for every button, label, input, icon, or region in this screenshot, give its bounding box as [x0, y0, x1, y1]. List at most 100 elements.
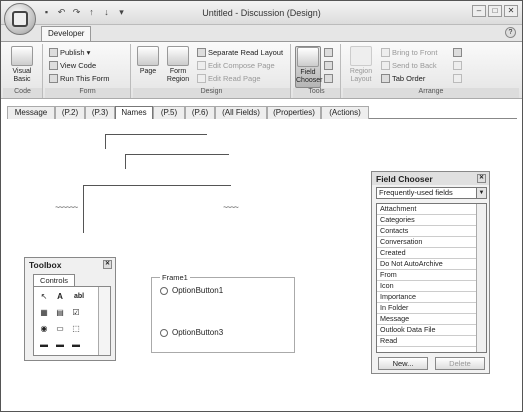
- tab-properties[interactable]: (Properties): [267, 106, 321, 119]
- align-button[interactable]: [453, 47, 462, 58]
- region-layout-button[interactable]: Region Layout: [345, 46, 377, 84]
- option-button-1[interactable]: OptionButton1: [160, 286, 223, 295]
- group-tools-label: Tools: [293, 88, 340, 98]
- view-code-icon: [49, 61, 58, 70]
- checkbox-tool-icon[interactable]: ☑: [70, 307, 82, 319]
- list-item[interactable]: Created: [377, 248, 476, 259]
- tab-order-icon: [381, 74, 390, 83]
- edit-compose-page-button[interactable]: Edit Compose Page: [197, 60, 275, 71]
- toolbox-scrollbar[interactable]: [98, 287, 110, 355]
- tab-p5[interactable]: (P.5): [153, 106, 185, 119]
- tools-small-button-3[interactable]: [324, 73, 333, 84]
- toolbox-close-button[interactable]: ✕: [103, 260, 112, 269]
- visual-basic-icon: [11, 46, 33, 66]
- bracket-line: [125, 154, 229, 155]
- page-label: Page: [139, 68, 157, 75]
- frame-tool-icon[interactable]: ⬚: [70, 323, 82, 335]
- ribbon-tab-row: Developer ?: [1, 25, 522, 41]
- field-chooser-label: Field Chooser: [296, 69, 323, 84]
- help-icon[interactable]: ?: [505, 27, 516, 38]
- bracket-line: [83, 185, 84, 233]
- frame-control[interactable]: Frame1 OptionButton1 OptionButton3: [151, 273, 295, 353]
- toolbox-panel: Toolbox ✕ Controls ↖ A abl ▦ ▤ ☑ ◉ ▭ ⬚ ▬ …: [24, 257, 116, 361]
- field-chooser-button[interactable]: Field Chooser: [295, 46, 323, 88]
- bring-to-front-button[interactable]: Bring to Front: [381, 47, 437, 58]
- tab-all-fields[interactable]: (All Fields): [215, 106, 267, 119]
- squiggle-marker: ~~~~: [223, 203, 239, 212]
- send-to-back-button[interactable]: Send to Back: [381, 60, 437, 71]
- group-form-label: Form: [45, 88, 130, 98]
- view-code-button[interactable]: View Code: [49, 60, 96, 71]
- listbox-tool-icon[interactable]: ▤: [54, 307, 66, 319]
- maximize-button[interactable]: □: [488, 5, 502, 17]
- multipage-tool-icon[interactable]: ▬: [70, 339, 82, 351]
- chevron-down-icon[interactable]: ▼: [476, 188, 486, 198]
- combobox-tool-icon[interactable]: ▦: [38, 307, 50, 319]
- tab-names[interactable]: Names: [115, 106, 153, 120]
- group-design: Page Form Region Separate Read Layout Ed…: [133, 44, 291, 98]
- list-item[interactable]: Categories: [377, 215, 476, 226]
- visual-basic-label: Visual Basic: [12, 68, 32, 83]
- select-pointer-icon[interactable]: ↖: [38, 291, 50, 303]
- new-field-button[interactable]: New...: [378, 357, 428, 370]
- run-this-form-label: Run This Form: [60, 74, 110, 83]
- list-item[interactable]: Icon: [377, 281, 476, 292]
- size-button[interactable]: [453, 73, 462, 84]
- list-item[interactable]: Attachment: [377, 204, 476, 215]
- list-item[interactable]: Outlook Data File: [377, 325, 476, 336]
- textbox-tool-icon[interactable]: abl: [70, 291, 88, 303]
- list-item[interactable]: Conversation: [377, 237, 476, 248]
- close-button[interactable]: ✕: [504, 5, 518, 17]
- tab-developer[interactable]: Developer: [41, 26, 92, 41]
- tab-p3[interactable]: (P.3): [85, 106, 115, 119]
- group-button[interactable]: [453, 60, 462, 71]
- bring-to-front-label: Bring to Front: [392, 48, 438, 57]
- send-to-back-icon: [381, 61, 390, 70]
- region-layout-icon: [350, 46, 372, 66]
- command-button-tool-icon[interactable]: ▬: [38, 339, 50, 351]
- field-set-dropdown[interactable]: Frequently-used fields ▼: [376, 187, 487, 199]
- field-list-scrollbar[interactable]: [476, 204, 486, 352]
- squiggle-marker: ~~~~~~: [55, 203, 78, 212]
- form-region-button[interactable]: Form Region: [163, 46, 193, 84]
- list-item[interactable]: Importance: [377, 292, 476, 303]
- list-item[interactable]: Contacts: [377, 226, 476, 237]
- application-window: ▪ ↶ ↷ ↑ ↓ ▾ Untitled - Discussion (Desig…: [0, 0, 523, 412]
- list-item[interactable]: Message: [377, 314, 476, 325]
- edit-read-page-button[interactable]: Edit Read Page: [197, 73, 261, 84]
- tab-p2[interactable]: (P.2): [55, 106, 85, 119]
- tab-message[interactable]: Message: [7, 106, 55, 119]
- visual-basic-button[interactable]: Visual Basic: [7, 46, 37, 84]
- bracket-line: [83, 185, 231, 186]
- tabstrip-tool-icon[interactable]: ▬: [54, 339, 66, 351]
- toolbox-title-text: Toolbox: [29, 260, 62, 270]
- field-chooser-icon: [297, 47, 319, 67]
- office-button[interactable]: [4, 3, 36, 35]
- tab-actions[interactable]: (Actions): [321, 106, 369, 119]
- minimize-button[interactable]: –: [472, 5, 486, 17]
- tools-small-button-2[interactable]: [324, 60, 333, 71]
- page-icon: [137, 46, 159, 66]
- edit-compose-page-icon: [197, 61, 206, 70]
- delete-field-button[interactable]: Delete: [435, 357, 485, 370]
- list-item[interactable]: From: [377, 270, 476, 281]
- title-bar: ▪ ↶ ↷ ↑ ↓ ▾ Untitled - Discussion (Desig…: [1, 1, 522, 25]
- run-this-form-button[interactable]: Run This Form: [49, 73, 109, 84]
- tab-order-button[interactable]: Tab Order: [381, 73, 425, 84]
- option-button-tool-icon[interactable]: ◉: [38, 323, 50, 335]
- toggle-button-tool-icon[interactable]: ▭: [54, 323, 66, 335]
- list-item[interactable]: In Folder: [377, 303, 476, 314]
- option-button-3[interactable]: OptionButton3: [160, 328, 223, 337]
- field-chooser-close-button[interactable]: ✕: [477, 174, 486, 183]
- label-tool-icon[interactable]: A: [54, 291, 66, 303]
- separate-read-layout-button[interactable]: Separate Read Layout: [197, 47, 283, 58]
- list-item[interactable]: Read: [377, 336, 476, 347]
- group-arrange: Region Layout Bring to Front Send to Bac…: [343, 44, 519, 98]
- toolbox-tab-controls[interactable]: Controls: [33, 274, 75, 286]
- publish-button[interactable]: Publish ▾: [49, 47, 90, 58]
- page-button[interactable]: Page: [135, 46, 161, 76]
- group-tools: Field Chooser Tools: [293, 44, 341, 98]
- tab-p6[interactable]: (P.6): [185, 106, 215, 119]
- tools-small-button-1[interactable]: [324, 47, 333, 58]
- list-item[interactable]: Do Not AutoArchive: [377, 259, 476, 270]
